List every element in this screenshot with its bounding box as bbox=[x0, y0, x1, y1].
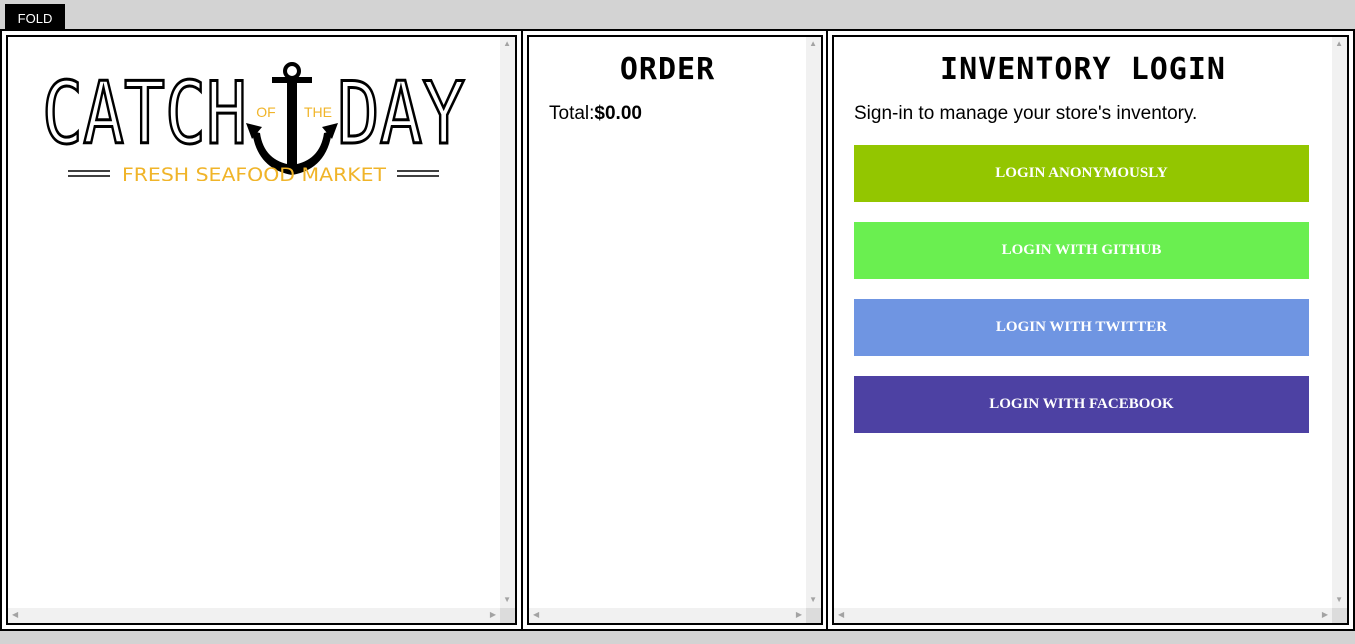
order-panel-inner: ORDER Total:$0.00 ▲ ▼ ◀ ▶ bbox=[527, 35, 823, 625]
logo-word-catch: CATCH bbox=[42, 64, 247, 164]
login-facebook-button[interactable]: LOGIN WITH FACEBOOK bbox=[854, 376, 1309, 433]
scrollbar-corner bbox=[500, 608, 515, 623]
inventory-login-title: INVENTORY LOGIN bbox=[940, 52, 1226, 87]
logo-word-day: DAY bbox=[337, 64, 465, 164]
scrollbar-corner bbox=[806, 608, 821, 623]
horizontal-scrollbar[interactable] bbox=[529, 608, 821, 623]
scroll-down-arrow-icon[interactable]: ▼ bbox=[1335, 596, 1343, 604]
scroll-right-arrow-icon[interactable]: ▶ bbox=[796, 611, 802, 619]
logo-tagline: FRESH SEAFOOD MARKET bbox=[122, 164, 386, 181]
scroll-down-arrow-icon[interactable]: ▼ bbox=[809, 596, 817, 604]
scroll-up-arrow-icon[interactable]: ▲ bbox=[1335, 40, 1343, 48]
vertical-scrollbar[interactable] bbox=[1332, 37, 1347, 608]
order-total-label: Total: bbox=[549, 103, 595, 124]
scroll-left-arrow-icon[interactable]: ◀ bbox=[838, 611, 844, 619]
scrollbar-corner bbox=[1332, 608, 1347, 623]
scroll-up-arrow-icon[interactable]: ▲ bbox=[809, 40, 817, 48]
vertical-scrollbar[interactable] bbox=[500, 37, 515, 608]
menu-panel-inner: CATCH DAY OF THE FRESH SEAFOOD MARKET ▲ … bbox=[6, 35, 517, 625]
inventory-panel: INVENTORY LOGIN Sign-in to manage your s… bbox=[826, 29, 1355, 631]
scroll-left-arrow-icon[interactable]: ◀ bbox=[12, 611, 18, 619]
login-twitter-button[interactable]: LOGIN WITH TWITTER bbox=[854, 299, 1309, 356]
catch-of-the-day-logo: CATCH DAY OF THE FRESH SEAFOOD MARKET bbox=[42, 62, 467, 181]
inventory-panel-inner: INVENTORY LOGIN Sign-in to manage your s… bbox=[832, 35, 1349, 625]
vertical-scrollbar[interactable] bbox=[806, 37, 821, 608]
scroll-down-arrow-icon[interactable]: ▼ bbox=[503, 596, 511, 604]
scroll-right-arrow-icon[interactable]: ▶ bbox=[1322, 611, 1328, 619]
horizontal-scrollbar[interactable] bbox=[8, 608, 515, 623]
scroll-up-arrow-icon[interactable]: ▲ bbox=[503, 40, 511, 48]
login-github-button[interactable]: LOGIN WITH GITHUB bbox=[854, 222, 1309, 279]
scroll-left-arrow-icon[interactable]: ◀ bbox=[533, 611, 539, 619]
logo-word-the: THE bbox=[304, 104, 332, 120]
inventory-description: Sign-in to manage your store's inventory… bbox=[854, 103, 1198, 124]
login-anonymously-button[interactable]: LOGIN ANONYMOUSLY bbox=[854, 145, 1309, 202]
order-title: ORDER bbox=[619, 52, 716, 87]
horizontal-scrollbar[interactable] bbox=[834, 608, 1347, 623]
scroll-right-arrow-icon[interactable]: ▶ bbox=[490, 611, 496, 619]
menu-panel: CATCH DAY OF THE FRESH SEAFOOD MARKET ▲ … bbox=[0, 29, 523, 631]
logo-word-of: OF bbox=[256, 104, 275, 120]
fold-button[interactable]: FOLD bbox=[5, 4, 65, 29]
order-panel: ORDER Total:$0.00 ▲ ▼ ◀ ▶ bbox=[521, 29, 829, 631]
order-total: Total:$0.00 bbox=[549, 103, 642, 125]
order-total-value: $0.00 bbox=[594, 103, 642, 124]
